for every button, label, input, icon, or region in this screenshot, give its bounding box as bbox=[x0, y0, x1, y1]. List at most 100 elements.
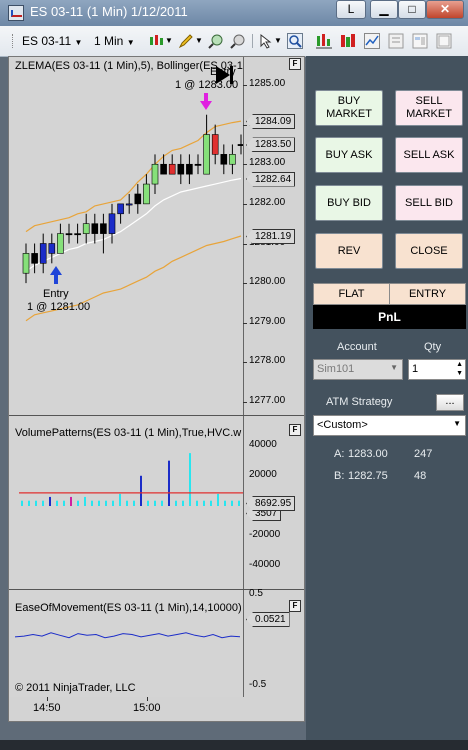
chevron-down-icon: ▼ bbox=[195, 36, 203, 45]
account-select[interactable]: Sim101 ▼ bbox=[313, 359, 403, 380]
volume-bar bbox=[105, 500, 107, 506]
close-button[interactable]: ✕ bbox=[426, 0, 464, 19]
candle-body bbox=[108, 213, 116, 234]
candle-body bbox=[168, 163, 176, 175]
price-tick: 1283.00 bbox=[249, 157, 286, 169]
close-position-button[interactable]: CLOSE bbox=[395, 233, 463, 269]
atm-more-button[interactable]: ... bbox=[436, 394, 464, 411]
time-tick-mark bbox=[47, 697, 48, 701]
price-tick-mark bbox=[243, 203, 247, 205]
chevron-down-icon: ▼ bbox=[165, 36, 173, 45]
buy-ask-button[interactable]: BUY ASK bbox=[315, 137, 383, 173]
volume-bar bbox=[56, 500, 58, 506]
reverse-button[interactable]: REV bbox=[315, 233, 383, 269]
time-axis[interactable]: 14:50 15:00 bbox=[9, 697, 304, 721]
volume-bar bbox=[182, 500, 184, 506]
price-tick: 1280.00 bbox=[249, 276, 286, 288]
eom-line bbox=[14, 632, 241, 639]
chevron-down-icon: ▼ bbox=[74, 38, 83, 47]
volume-bar bbox=[77, 500, 79, 506]
volume-bar bbox=[175, 500, 177, 506]
link-button[interactable]: L bbox=[336, 0, 366, 19]
position-status: FLAT bbox=[314, 284, 390, 304]
cursor-pointer-icon[interactable] bbox=[258, 33, 274, 49]
strategies-icon[interactable] bbox=[340, 33, 356, 49]
minimize-button[interactable]: ▁ bbox=[370, 0, 398, 19]
volume-bar bbox=[35, 500, 37, 506]
account-label: Account bbox=[337, 341, 377, 353]
entry-price-cell: ENTRY bbox=[408, 288, 447, 300]
eom-panel[interactable]: EaseOfMovement(ES 03-11 (1 Min),14,10000… bbox=[9, 588, 304, 697]
candle-body bbox=[211, 134, 219, 155]
candle-body bbox=[48, 243, 56, 254]
chart-area[interactable]: ZLEMA(ES 03-11 (1 Min),5), Bollinger(ES … bbox=[8, 56, 305, 722]
instrument-label: ES 03-11 bbox=[22, 34, 72, 48]
volume-bar bbox=[140, 475, 142, 506]
atm-strategy-label: ATM Strategy bbox=[326, 396, 393, 408]
chart-trader-panel: BUY MARKET SELL MARKET BUY ASK SELL ASK … bbox=[306, 56, 468, 740]
price-panel[interactable]: ZLEMA(ES 03-11 (1 Min),5), Bollinger(ES … bbox=[9, 57, 304, 416]
chart-trader-icon[interactable] bbox=[412, 33, 428, 49]
interval-selector[interactable]: 1 Min ▼ bbox=[94, 32, 135, 50]
volume-plot[interactable] bbox=[9, 416, 244, 589]
time-label: 15:00 bbox=[133, 702, 161, 714]
eom-tick: -0.5 bbox=[249, 679, 267, 690]
qty-stepper[interactable]: 1 ▲ ▼ bbox=[408, 359, 466, 380]
interval-label: 1 Min bbox=[94, 34, 124, 48]
indicators-icon[interactable] bbox=[316, 33, 332, 49]
bid-side-label: B: bbox=[334, 470, 345, 482]
chevron-down-icon: ▼ bbox=[390, 363, 398, 372]
volume-panel[interactable]: VolumePatterns(ES 03-11 (1 Min),True,HVC… bbox=[9, 416, 304, 590]
entry-bottom-label: Entry bbox=[43, 288, 69, 300]
volume-bar bbox=[217, 493, 219, 506]
data-series-icon[interactable] bbox=[364, 33, 380, 49]
magnifier-icon[interactable] bbox=[287, 33, 303, 49]
candle-body bbox=[117, 203, 124, 215]
pencil-draw-icon[interactable] bbox=[178, 33, 194, 49]
sell-market-button[interactable]: SELL MARKET bbox=[395, 90, 463, 126]
qty-value: 1 bbox=[412, 363, 419, 375]
qty-up-icon[interactable]: ▲ bbox=[456, 360, 463, 369]
panel-properties-button[interactable]: F bbox=[289, 58, 301, 70]
volume-tick: -40000 bbox=[249, 559, 281, 571]
price-tick-mark bbox=[243, 322, 247, 324]
candle-body bbox=[134, 193, 142, 205]
play-icon[interactable] bbox=[214, 64, 234, 86]
sell-ask-button[interactable]: SELL ASK bbox=[395, 137, 463, 173]
volume-bar bbox=[98, 500, 100, 506]
candle-body bbox=[100, 223, 107, 234]
zoom-out-icon[interactable] bbox=[230, 33, 246, 49]
qty-down-icon[interactable]: ▼ bbox=[456, 369, 463, 378]
volume-bar bbox=[84, 496, 86, 506]
buy-market-button[interactable]: BUY MARKET bbox=[315, 90, 383, 126]
instrument-selector[interactable]: ES 03-11 ▼ bbox=[22, 32, 82, 50]
buy-bid-button[interactable]: BUY BID bbox=[315, 185, 383, 221]
chart-style-icon[interactable] bbox=[148, 33, 164, 49]
price-tick: 1277.00 bbox=[249, 395, 286, 406]
volume-tick: 20000 bbox=[249, 468, 277, 480]
maximize-button[interactable]: □ bbox=[398, 0, 426, 19]
atm-strategy-select[interactable]: <Custom> ▼ bbox=[313, 415, 466, 436]
volume-bar bbox=[49, 496, 51, 506]
entry-buy-arrow-icon bbox=[50, 266, 62, 284]
qty-label: Qty bbox=[424, 341, 442, 353]
panel-properties-button[interactable]: F bbox=[289, 600, 301, 612]
volume-bar bbox=[168, 460, 170, 506]
panel-properties-button[interactable]: F bbox=[289, 424, 301, 436]
atm-strategy-value: <Custom> bbox=[317, 419, 368, 431]
volume-bar bbox=[133, 500, 135, 506]
candle-body bbox=[39, 243, 47, 264]
price-tick: 1278.00 bbox=[249, 355, 286, 367]
window-linking-icon[interactable] bbox=[436, 33, 452, 49]
sell-bid-button[interactable]: SELL BID bbox=[395, 185, 463, 221]
chevron-down-icon: ▼ bbox=[126, 38, 135, 47]
window-title-bar: ES 03-11 (1 Min) 1/12/2011 L ▁ □ ✕ bbox=[0, 0, 468, 26]
properties-icon[interactable] bbox=[388, 33, 404, 49]
price-flag: 1284.09 bbox=[246, 114, 296, 130]
price-flag: 1283.50 bbox=[246, 137, 296, 153]
price-tick: 1285.00 bbox=[249, 78, 286, 89]
volume-bar bbox=[112, 500, 114, 506]
zoom-in-icon[interactable] bbox=[208, 33, 224, 49]
bid-size: 48 bbox=[414, 470, 427, 482]
volume-bar bbox=[147, 500, 149, 506]
